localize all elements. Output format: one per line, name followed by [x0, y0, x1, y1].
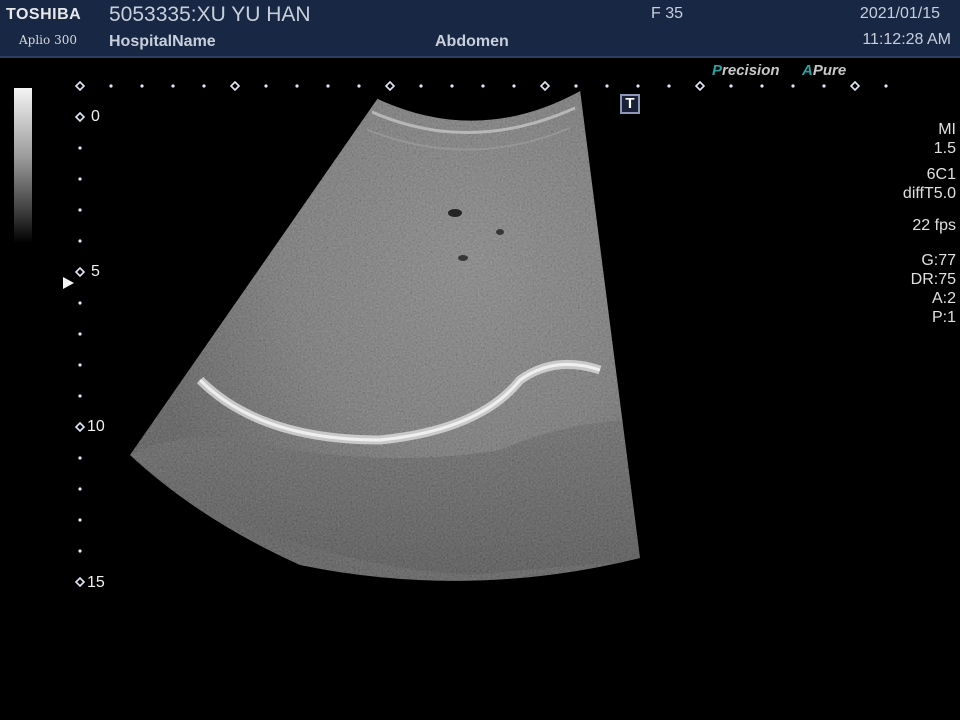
frame-rate: 22 fps: [912, 217, 956, 234]
mi-label: MI: [938, 121, 956, 138]
depth-minor-tick: [78, 239, 82, 243]
depth-major-tick: [74, 576, 86, 588]
depth-minor-tick: [78, 332, 82, 336]
lateral-minor-tick: [667, 84, 671, 88]
depth-minor-tick: [78, 487, 82, 491]
depth-major-tick: [74, 111, 86, 123]
lateral-minor-tick: [295, 84, 299, 88]
depth-major-tick: [74, 266, 86, 278]
depth-minor-tick: [78, 549, 82, 553]
lateral-minor-tick: [729, 84, 733, 88]
lateral-minor-tick: [574, 84, 578, 88]
depth-label-0: 0: [91, 108, 100, 125]
depth-minor-tick: [78, 394, 82, 398]
lateral-minor-tick: [760, 84, 764, 88]
lateral-major-tick: [694, 80, 706, 92]
depth-minor-tick: [78, 518, 82, 522]
probe-name: 6C1: [926, 166, 956, 183]
mi-value: 1.5: [933, 140, 956, 157]
depth-label-15: 15: [87, 574, 105, 591]
depth-minor-tick: [78, 208, 82, 212]
depth-major-tick: [74, 421, 86, 433]
depth-minor-tick: [78, 456, 82, 460]
lateral-major-tick: [384, 80, 396, 92]
depth-minor-tick: [78, 301, 82, 305]
lateral-major-tick: [539, 80, 551, 92]
lateral-minor-tick: [636, 84, 640, 88]
dynamic-range-value: DR:75: [910, 271, 956, 288]
lateral-minor-tick: [140, 84, 144, 88]
lateral-minor-tick: [450, 84, 454, 88]
lateral-minor-tick: [884, 84, 888, 88]
depth-label-5: 5: [91, 263, 100, 280]
focus-marker-icon[interactable]: [63, 277, 74, 289]
lateral-minor-tick: [419, 84, 423, 88]
imaging-mode: diffT5.0: [902, 185, 956, 202]
lateral-minor-tick: [109, 84, 113, 88]
depth-minor-tick: [78, 363, 82, 367]
lateral-minor-tick: [171, 84, 175, 88]
lateral-minor-tick: [822, 84, 826, 88]
scale-ticks: [74, 80, 888, 588]
lateral-minor-tick: [357, 84, 361, 88]
lateral-minor-tick: [481, 84, 485, 88]
lateral-major-tick: [74, 80, 86, 92]
lateral-minor-tick: [791, 84, 795, 88]
depth-minor-tick: [78, 146, 82, 150]
lateral-major-tick: [849, 80, 861, 92]
lateral-minor-tick: [264, 84, 268, 88]
lateral-minor-tick: [512, 84, 516, 88]
depth-label-10: 10: [87, 418, 105, 435]
a-value: A:2: [931, 290, 956, 307]
parameter-panel: MI 1.5 6C1 diffT5.0 22 fps G:77 DR:75 A:…: [903, 120, 956, 327]
gain-value: G:77: [921, 252, 956, 269]
lateral-minor-tick: [202, 84, 206, 88]
depth-minor-tick: [78, 177, 82, 181]
lateral-minor-tick: [605, 84, 609, 88]
p-value: P:1: [931, 309, 956, 326]
lateral-minor-tick: [326, 84, 330, 88]
lateral-major-tick: [229, 80, 241, 92]
